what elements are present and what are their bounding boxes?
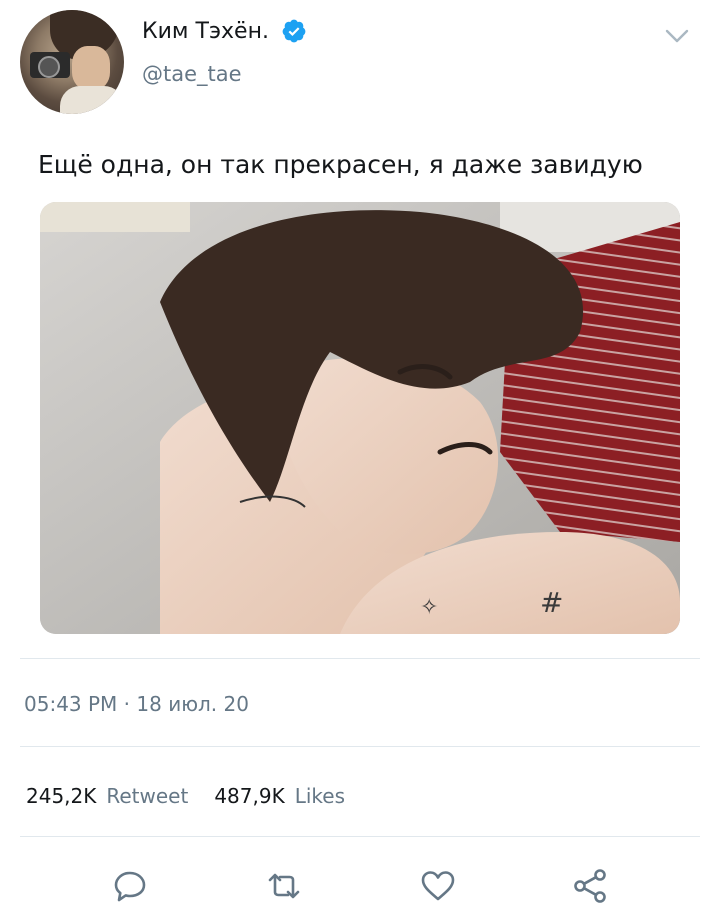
- avatar-shirt: [60, 86, 124, 114]
- svg-text:✧: ✧: [420, 595, 438, 620]
- svg-text:#: #: [540, 586, 563, 619]
- divider: [20, 836, 700, 837]
- retweet-button[interactable]: [264, 866, 304, 906]
- retweet-count[interactable]: 245,2K: [26, 784, 96, 808]
- tweet-timestamp[interactable]: 05:43 PM · 18 июл. 20: [24, 692, 249, 716]
- reply-icon: [114, 871, 146, 902]
- likes-label[interactable]: Likes: [295, 784, 345, 808]
- divider: [20, 658, 700, 659]
- author-name-row[interactable]: Ким Тэхён.: [142, 18, 307, 44]
- avatar-camera-lens: [38, 56, 60, 78]
- tweet-media-photo[interactable]: # ✧: [40, 202, 680, 634]
- share-button[interactable]: [570, 866, 610, 906]
- avatar-face: [72, 46, 110, 90]
- author-name[interactable]: Ким Тэхён.: [142, 19, 269, 44]
- tweet-detail: Ким Тэхён. @tae_tae Ещё одна, он так пре…: [0, 0, 720, 918]
- likes-count[interactable]: 487,9K: [214, 784, 284, 808]
- reply-button[interactable]: [110, 866, 150, 906]
- avatar[interactable]: [20, 10, 124, 114]
- author-handle[interactable]: @tae_tae: [142, 62, 242, 86]
- share-icon: [574, 869, 606, 903]
- like-icon: [421, 871, 455, 901]
- retweet-icon: [268, 873, 300, 899]
- retweet-label[interactable]: Retweet: [106, 784, 188, 808]
- like-button[interactable]: [418, 866, 458, 906]
- photo-illustration: # ✧: [40, 202, 680, 634]
- tweet-stats: 245,2K Retweet 487,9K Likes: [26, 784, 345, 808]
- verified-badge-icon: [282, 19, 306, 43]
- divider: [20, 746, 700, 747]
- chevron-down-icon[interactable]: [664, 26, 690, 46]
- tweet-text: Ещё одна, он так прекрасен, я даже завид…: [38, 150, 643, 179]
